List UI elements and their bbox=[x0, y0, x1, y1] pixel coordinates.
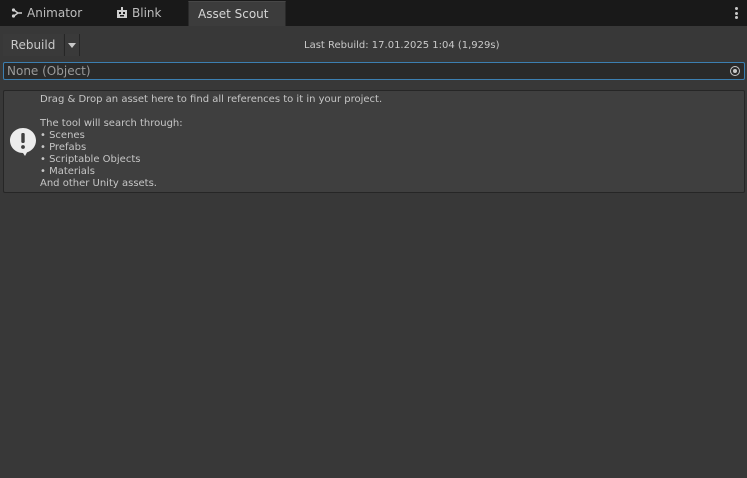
more-options-icon[interactable] bbox=[734, 7, 738, 19]
tab-bar: Animator Blink Asset Scout bbox=[0, 0, 747, 26]
last-rebuild-status: Last Rebuild: 17.01.2025 1:04 (1,929s) bbox=[304, 40, 500, 51]
blink-icon bbox=[116, 7, 128, 19]
help-text: Drag & Drop an asset here to find all re… bbox=[40, 94, 382, 190]
tab-blink-label: Blink bbox=[132, 6, 162, 20]
asset-scout-window: Animator Blink Asset Scout Rebuild Last … bbox=[0, 0, 747, 478]
object-field-value: None (Object) bbox=[7, 64, 91, 78]
animator-icon bbox=[11, 7, 23, 19]
list-item: • Prefabs bbox=[40, 142, 87, 153]
rebuild-button[interactable]: Rebuild bbox=[3, 34, 63, 56]
help-box: Drag & Drop an asset here to find all re… bbox=[3, 90, 745, 193]
list-item: • Scriptable Objects bbox=[40, 154, 141, 165]
toolbar: Rebuild Last Rebuild: 17.01.2025 1:04 (1… bbox=[0, 26, 747, 62]
list-item: • Materials bbox=[40, 166, 95, 177]
rebuild-options-dropdown[interactable] bbox=[64, 34, 80, 56]
object-field[interactable]: None (Object) bbox=[3, 62, 745, 80]
chevron-down-icon bbox=[68, 42, 76, 48]
tab-animator[interactable]: Animator bbox=[11, 0, 82, 26]
help-search-heading: The tool will search through: bbox=[40, 118, 183, 129]
list-item: • Scenes bbox=[40, 130, 85, 141]
help-intro: Drag & Drop an asset here to find all re… bbox=[40, 94, 383, 105]
tab-asset-scout[interactable]: Asset Scout bbox=[188, 1, 286, 26]
tab-blink[interactable]: Blink bbox=[116, 0, 161, 26]
object-picker-icon[interactable] bbox=[727, 63, 743, 79]
tab-asset-scout-label: Asset Scout bbox=[198, 7, 269, 21]
info-icon bbox=[9, 127, 37, 157]
tab-animator-label: Animator bbox=[27, 6, 83, 20]
help-footer: And other Unity assets. bbox=[40, 178, 157, 189]
